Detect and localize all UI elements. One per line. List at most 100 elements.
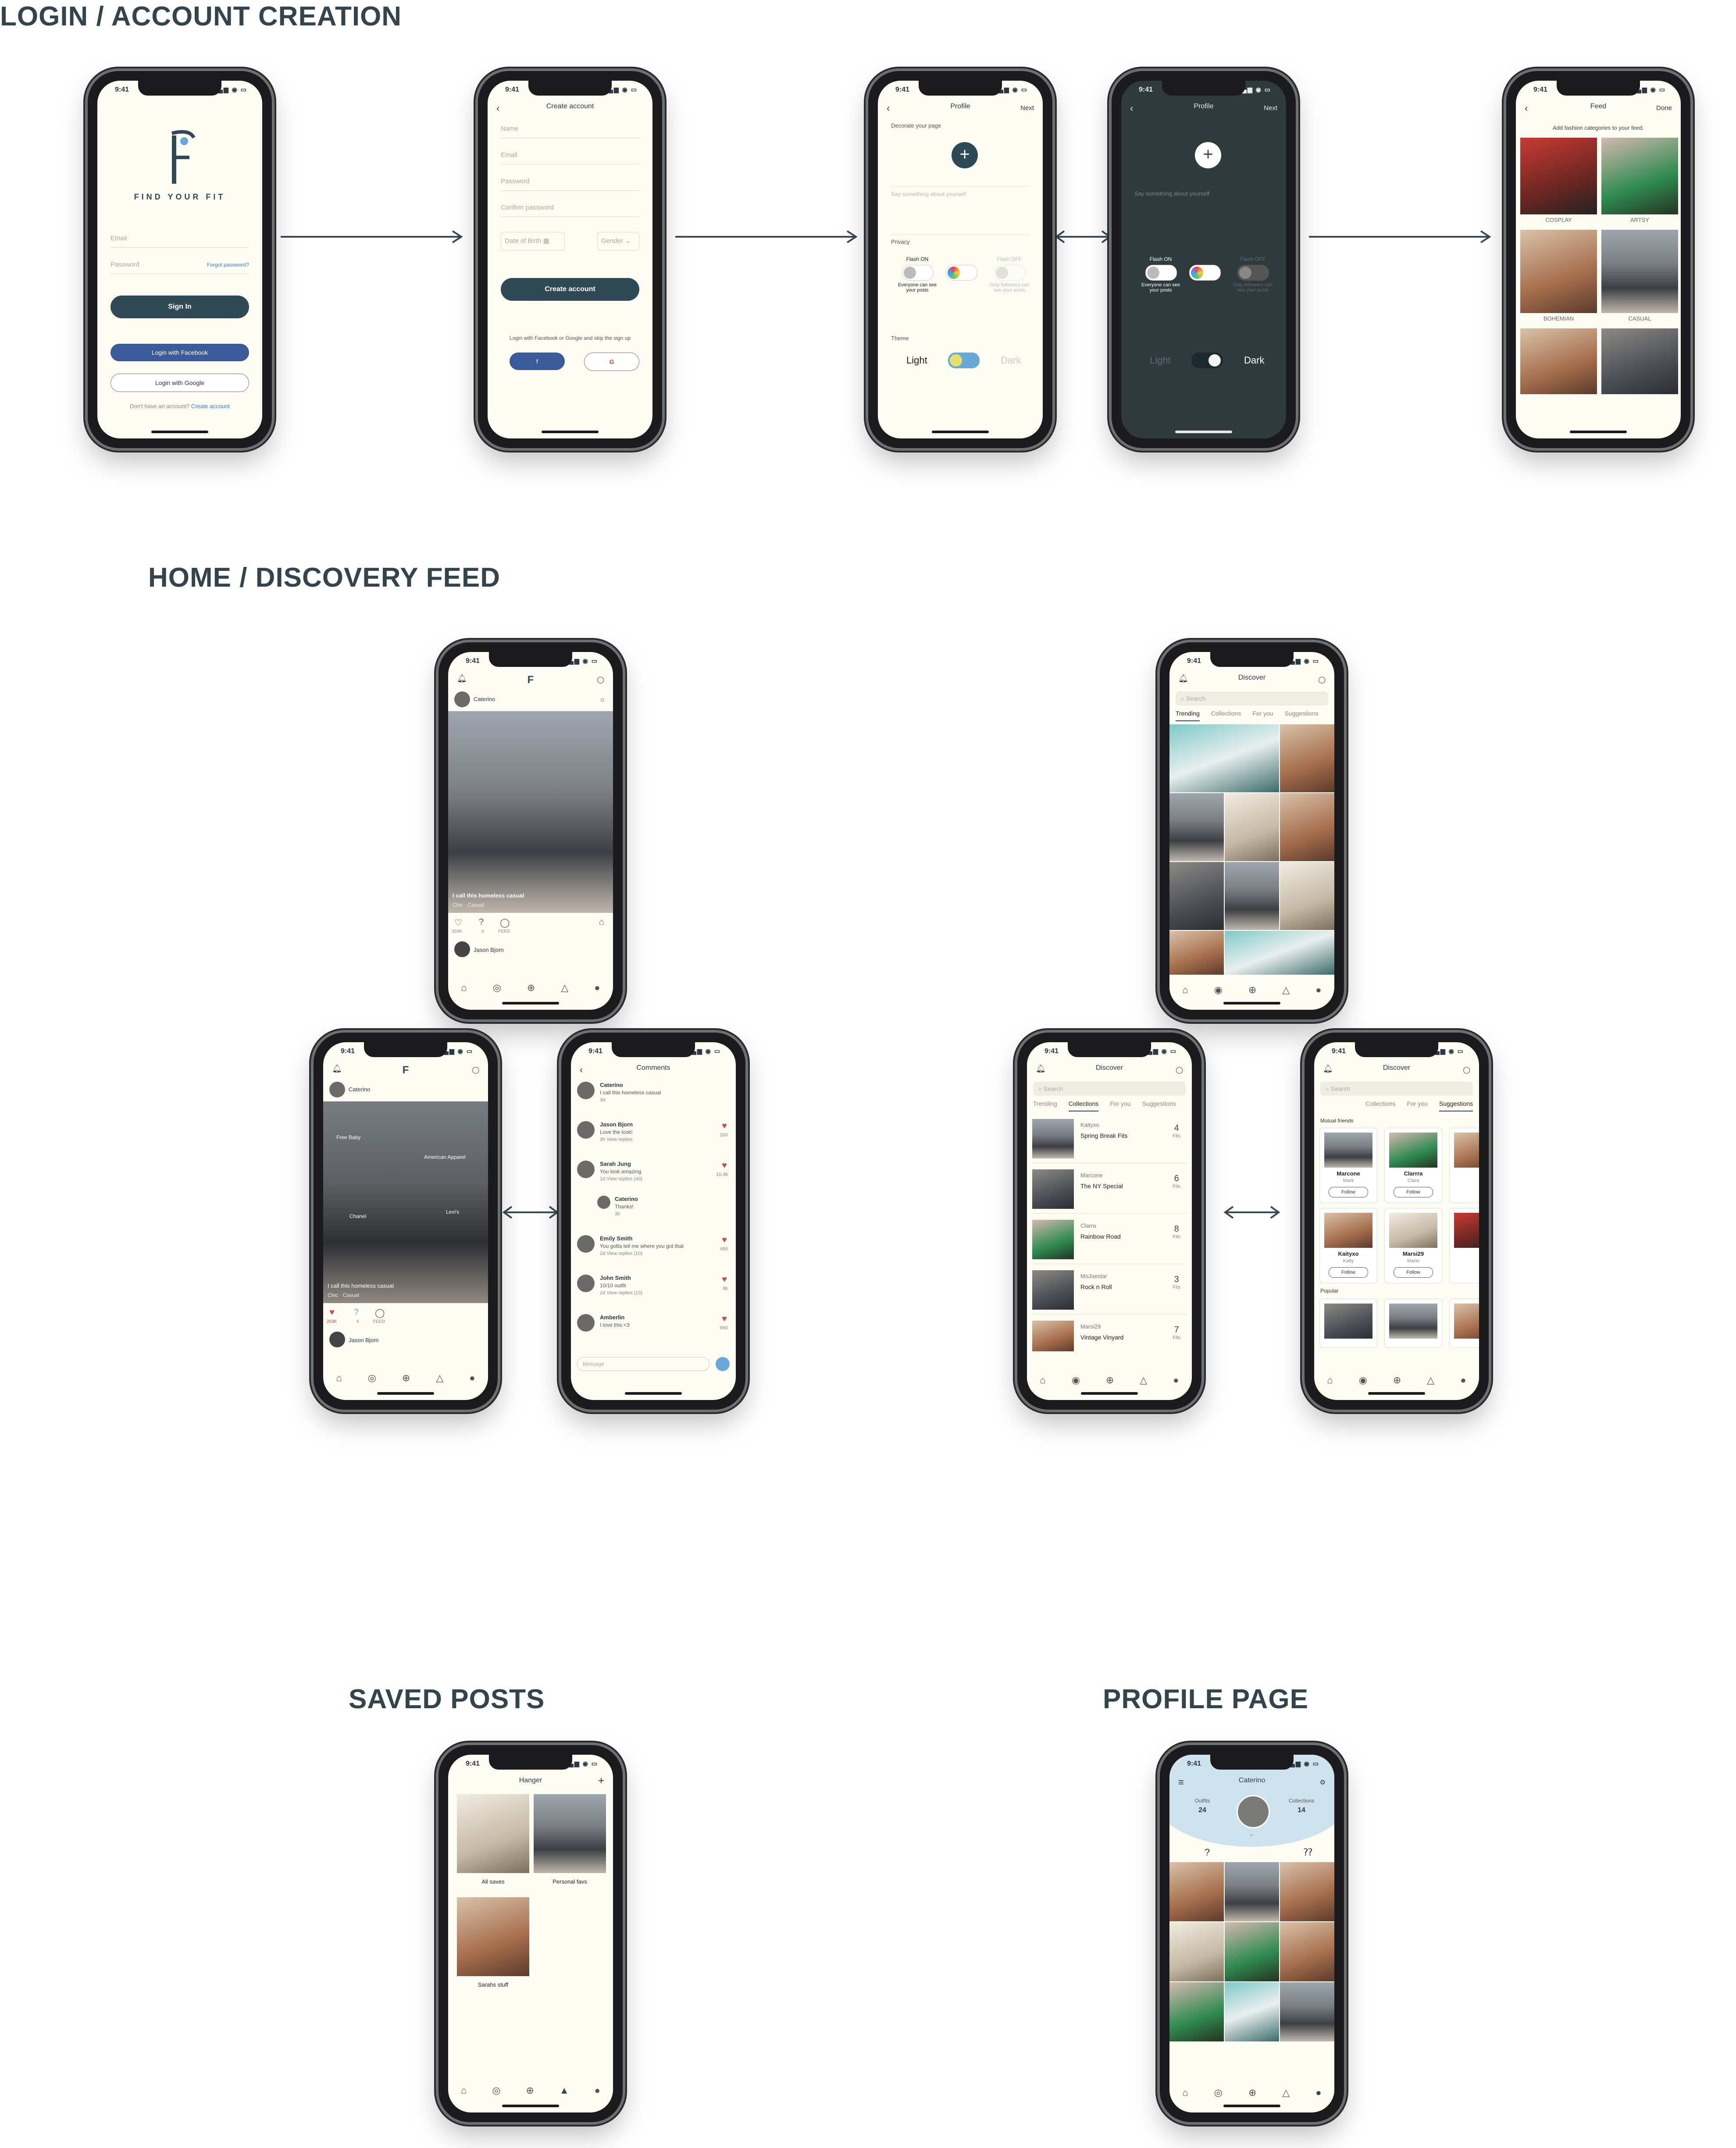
hanger-icon[interactable]: ▲	[560, 2085, 569, 2096]
flash-toggle[interactable]	[902, 265, 934, 281]
back-icon[interactable]: ‹	[887, 103, 890, 114]
follow-button[interactable]: Follow	[1329, 1187, 1368, 1197]
trending-image[interactable]	[1169, 862, 1224, 930]
heart-icon[interactable]: ♡	[454, 917, 462, 928]
heart-filled-icon[interactable]: ♥	[329, 1307, 335, 1318]
add-icon[interactable]: ⊕	[1393, 1375, 1401, 1386]
tab-suggestions[interactable]: Suggestions	[1439, 1100, 1473, 1111]
trending-image[interactable]	[1169, 724, 1279, 792]
heart-icon[interactable]: ♥	[722, 1275, 727, 1285]
view-replies-link[interactable]: 1d View replies (40)	[600, 1176, 642, 1182]
chat-icon[interactable]: ◯	[472, 1066, 479, 1074]
add-icon[interactable]: ⊕	[1106, 1375, 1114, 1386]
tab-for-you[interactable]: For you	[1110, 1100, 1130, 1111]
product-tag[interactable]: Free Baby	[336, 1134, 360, 1140]
menu-icon[interactable]: ≡	[1178, 1777, 1184, 1788]
search-input[interactable]: ⌕ Search	[1033, 1082, 1186, 1096]
category-casual-image[interactable]	[1601, 230, 1678, 313]
collection-row[interactable]: Clarra Rainbow Road 8 Fits	[1032, 1215, 1187, 1264]
trending-image[interactable]	[1225, 793, 1279, 861]
globe-icon[interactable]: ◎	[1214, 2087, 1223, 2098]
profile-icon[interactable]: ●	[1315, 2087, 1321, 2098]
hanger-icon[interactable]: △	[436, 1372, 443, 1384]
profile-icon[interactable]: ●	[1315, 984, 1321, 996]
add-icon[interactable]: ⊕	[527, 982, 535, 994]
done-button[interactable]: Done	[1656, 104, 1672, 112]
avatar[interactable]	[577, 1314, 595, 1332]
comment-author[interactable]: Emily Smith	[600, 1235, 632, 1242]
popular-card[interactable]	[1384, 1299, 1442, 1348]
chat-icon[interactable]: ◯	[1176, 1066, 1183, 1074]
profile-icon[interactable]: ●	[1173, 1375, 1179, 1386]
flash-off-toggle[interactable]	[1237, 265, 1269, 281]
home-icon[interactable]: ⌂	[1327, 1375, 1333, 1386]
next-post-username[interactable]: Jason Bjorn	[474, 947, 504, 953]
gear-icon[interactable]: ⚙	[1320, 1778, 1326, 1786]
tab-collections[interactable]: Collections	[1211, 710, 1241, 721]
view-replies-link[interactable]: 2d View replies (13)	[600, 1290, 642, 1296]
facebook-signup-button[interactable]: f	[510, 353, 565, 370]
bell-icon[interactable]: 🔔︎	[1036, 1064, 1046, 1073]
profile-icon[interactable]: ●	[594, 982, 600, 994]
trending-image[interactable]	[1280, 724, 1334, 792]
flash-mode-toggle[interactable]	[1189, 265, 1221, 281]
tab-suggestions[interactable]: Suggestions	[1285, 710, 1319, 721]
comment-author[interactable]: John Smith	[600, 1275, 631, 1281]
category-bohemian-image[interactable]	[1520, 230, 1597, 313]
home-icon[interactable]: ⌂	[461, 2085, 467, 2096]
folder-label[interactable]: Sarahs stuff	[457, 1981, 529, 1988]
tab-collections[interactable]: Collections	[1068, 1100, 1099, 1111]
avatar[interactable]	[454, 941, 470, 957]
heart-icon[interactable]: ♥	[722, 1235, 727, 1245]
globe-icon[interactable]: ◉	[1072, 1375, 1080, 1386]
email-field[interactable]: Email	[111, 230, 249, 248]
avatar[interactable]	[577, 1082, 595, 1099]
view-replies-link[interactable]: 3h View replies	[600, 1137, 632, 1142]
outfit-image[interactable]	[1225, 1862, 1279, 1921]
bell-icon[interactable]: 🔔︎	[1178, 674, 1188, 683]
comment-icon[interactable]: ◯	[375, 1307, 385, 1318]
post-username[interactable]: Caterino	[474, 696, 495, 702]
theme-toggle[interactable]	[1191, 353, 1223, 368]
suggestion-card[interactable]	[1449, 1128, 1479, 1203]
password-field[interactable]: Password Forgot password?	[111, 256, 249, 274]
comment-author[interactable]: Amberlin	[600, 1314, 624, 1321]
popular-card[interactable]	[1449, 1299, 1479, 1348]
profile-icon[interactable]: ●	[469, 1372, 475, 1384]
bell-icon[interactable]: 🔔︎	[332, 1064, 342, 1073]
category-image[interactable]	[1601, 328, 1678, 394]
tab-for-you[interactable]: For you	[1252, 710, 1273, 721]
trending-image[interactable]	[1169, 931, 1224, 975]
outfit-image[interactable]	[1169, 1982, 1224, 2041]
create-account-button[interactable]: Create account	[501, 278, 639, 301]
confirm-password-field[interactable]: Confirm password	[501, 199, 639, 217]
globe-icon[interactable]: ◉	[1359, 1375, 1367, 1386]
product-tag[interactable]: Levi's	[446, 1209, 459, 1215]
collections-icon[interactable]: ⁇	[1304, 1847, 1312, 1858]
home-icon[interactable]: ⌂	[336, 1372, 342, 1384]
follow-button[interactable]: Follow	[1329, 1267, 1368, 1278]
comment-icon[interactable]: ◯	[500, 917, 510, 928]
profile-icon[interactable]: ●	[1460, 1375, 1466, 1386]
chat-icon[interactable]: ◯	[1463, 1066, 1470, 1074]
product-tag[interactable]: Chanel	[349, 1213, 366, 1219]
folder-thumb[interactable]	[457, 1794, 529, 1873]
next-button[interactable]: Next	[1264, 104, 1277, 112]
chat-icon[interactable]: ◯	[597, 676, 604, 684]
add-photo-button[interactable]: +	[952, 142, 978, 168]
trending-image[interactable]	[1169, 793, 1224, 861]
search-input[interactable]: ⌕ Search	[1176, 691, 1328, 705]
bell-icon[interactable]: 🔔︎	[1323, 1064, 1333, 1073]
forgot-password-link[interactable]: Forgot password?	[207, 256, 249, 274]
follow-button[interactable]: Follow	[1394, 1267, 1433, 1278]
hanger-icon[interactable]: △	[1282, 984, 1290, 996]
avatar[interactable]	[577, 1235, 595, 1253]
heart-icon[interactable]: ♥	[722, 1314, 727, 1324]
category-image[interactable]	[1520, 328, 1597, 394]
hanger-icon[interactable]: ⌂	[601, 696, 604, 703]
avatar[interactable]	[597, 1196, 610, 1209]
suggestion-card[interactable]: Marcone Mark Follow	[1319, 1128, 1377, 1203]
next-post-username[interactable]: Jason Bjorn	[349, 1337, 379, 1343]
comment-author[interactable]: Sarah Jung	[600, 1161, 631, 1167]
facebook-login-button[interactable]: Login with Facebook	[111, 344, 249, 361]
